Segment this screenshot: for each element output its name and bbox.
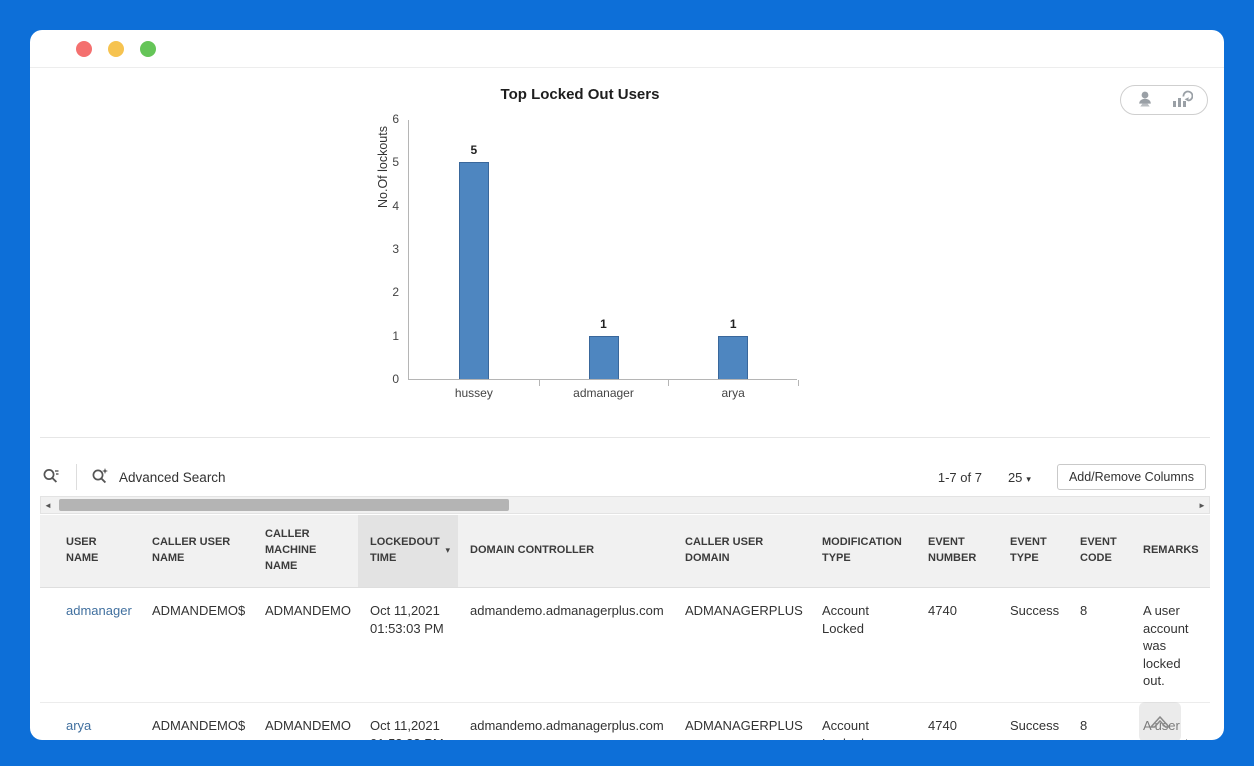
chart-refresh-button[interactable] xyxy=(1169,89,1195,112)
scroll-left-arrow[interactable]: ◄ xyxy=(41,501,55,510)
cell-event-type: Success xyxy=(1010,603,1060,618)
scroll-right-arrow[interactable]: ► xyxy=(1195,501,1209,510)
column-header-domain-controller[interactable]: DOMAIN CONTROLLER xyxy=(458,543,673,559)
advanced-search-label[interactable]: Advanced Search xyxy=(119,470,226,485)
column-header-event-number[interactable]: EVENT NUMBER xyxy=(916,535,998,567)
x-axis-tick xyxy=(798,380,799,386)
cell-event-code: 8 xyxy=(1080,718,1088,733)
chevron-up-icon xyxy=(1147,712,1173,733)
y-axis-tick-label: 3 xyxy=(392,242,399,256)
cell-caller-user-name: ADMANDEMO$ xyxy=(152,603,246,618)
user-report-button[interactable] xyxy=(1133,89,1157,112)
column-header-event-code[interactable]: EVENT CODE xyxy=(1068,535,1131,567)
chevron-down-icon: ▾ xyxy=(1026,473,1031,484)
chart-refresh-icon xyxy=(1171,89,1194,112)
window-titlebar xyxy=(30,30,1224,68)
bar-value-label: 1 xyxy=(729,316,737,331)
search-button[interactable] xyxy=(40,467,62,488)
cell-event-code: 8 xyxy=(1080,603,1088,618)
section-divider xyxy=(40,437,1210,438)
chart-title: Top Locked Out Users xyxy=(500,86,660,103)
column-header-modification-type[interactable]: MODIFICATION TYPE xyxy=(810,535,916,567)
toolbar-divider xyxy=(76,464,77,490)
user-name-link[interactable]: arya xyxy=(66,718,91,733)
cell-caller-user-name: ADMANDEMO$ xyxy=(152,718,246,733)
x-axis-tick xyxy=(668,380,670,386)
scroll-to-top-button[interactable] xyxy=(1139,702,1181,740)
column-header-lockedout-time[interactable]: LOCKEDOUT TIME ▾ xyxy=(358,515,458,587)
y-axis-tick-label: 2 xyxy=(392,285,399,300)
y-axis-tick-label: 6 xyxy=(392,112,399,126)
horizontal-scrollbar[interactable]: ◄ ► xyxy=(40,496,1210,514)
x-axis-category-label: hussey xyxy=(454,386,493,400)
x-axis-category-label: admanager xyxy=(573,386,634,400)
cell-event-type: Success xyxy=(1010,718,1060,733)
cell-modification-type: Account Locked xyxy=(822,603,869,636)
cell-domain-controller: admandemo.admanagerplus.com xyxy=(470,718,664,733)
app-window: Top Locked Out Users No.Of lockouts 0 1 … xyxy=(30,30,1224,740)
search-icon xyxy=(42,467,60,488)
scrollbar-track[interactable] xyxy=(55,497,1195,513)
column-header-user-name[interactable]: USER NAME xyxy=(40,535,140,567)
cell-remarks: A user account was locked out. xyxy=(1143,603,1189,689)
cell-caller-user-domain: ADMANAGERPLUS xyxy=(685,718,803,733)
user-name-link[interactable]: admanager xyxy=(66,603,132,618)
minimize-window-button[interactable] xyxy=(108,41,124,57)
pagination-status: 1-7 of 7 xyxy=(937,469,982,485)
x-axis-tick xyxy=(538,380,540,386)
close-window-button[interactable] xyxy=(76,41,92,57)
cell-event-number: 4740 xyxy=(928,718,957,733)
table-toolbar: Advanced Search 1-7 of 7 25 ▾ Add/Remove … xyxy=(40,458,1210,496)
zoom-window-button[interactable] xyxy=(140,41,156,57)
bar-arya[interactable] xyxy=(718,335,749,379)
table-row: admanager ADMANDEMO$ ADMANDEMO Oct 11,20… xyxy=(40,588,1210,703)
sort-descending-icon: ▾ xyxy=(445,545,450,556)
table-header-row: USER NAME CALLER USER NAME CALLER MACHIN… xyxy=(40,515,1210,588)
lockout-events-table: USER NAME CALLER USER NAME CALLER MACHIN… xyxy=(40,515,1210,740)
cell-event-number: 4740 xyxy=(928,603,957,618)
cell-caller-machine-name: ADMANDEMO xyxy=(265,718,351,733)
advanced-search-icon xyxy=(91,467,109,488)
cell-lockedout-time: Oct 11,2021 01:52:33 PM xyxy=(370,718,444,740)
bar-value-label: 5 xyxy=(470,143,478,158)
column-header-event-type[interactable]: EVENT TYPE xyxy=(998,535,1068,567)
cell-caller-user-domain: ADMANAGERPLUS xyxy=(685,603,803,618)
y-axis-tick-label: 5 xyxy=(392,155,399,170)
x-axis-category-label: arya xyxy=(721,386,745,400)
bar-hussey[interactable] xyxy=(458,162,489,379)
bar-chart: No.Of lockouts 0 1 2 3 4 5 6 5 hussey 1 admanager 1… xyxy=(376,112,799,400)
column-header-caller-user-domain[interactable]: CALLER USER DOMAIN xyxy=(673,535,810,567)
cell-modification-type: Account Locked xyxy=(822,718,869,740)
column-header-caller-user-name[interactable]: CALLER USER NAME xyxy=(140,535,253,567)
y-axis-tick-label: 0 xyxy=(392,372,399,386)
cell-caller-machine-name: ADMANDEMO xyxy=(265,603,351,618)
advanced-search-button[interactable] xyxy=(89,467,111,488)
column-header-caller-machine-name[interactable]: CALLER MACHINE NAME xyxy=(253,527,358,575)
add-remove-columns-button[interactable]: Add/Remove Columns xyxy=(1056,464,1206,490)
cell-domain-controller: admandemo.admanagerplus.com xyxy=(470,603,664,618)
y-axis-tick-label: 4 xyxy=(392,198,399,213)
bar-value-label: 1 xyxy=(600,316,607,331)
scrollbar-thumb[interactable] xyxy=(59,499,509,511)
table-row: arya ADMANDEMO$ ADMANDEMO Oct 11,2021 01… xyxy=(40,703,1210,740)
page-size-dropdown[interactable]: 25 ▾ xyxy=(1008,470,1031,485)
column-header-remarks[interactable]: REMARKS xyxy=(1131,543,1210,559)
bar-admanager[interactable] xyxy=(588,335,619,379)
chart-toolbar xyxy=(1120,85,1208,115)
y-axis-tick-label: 1 xyxy=(392,328,399,343)
cell-lockedout-time: Oct 11,2021 01:53:03 PM xyxy=(370,603,444,636)
user-icon xyxy=(1135,89,1155,112)
